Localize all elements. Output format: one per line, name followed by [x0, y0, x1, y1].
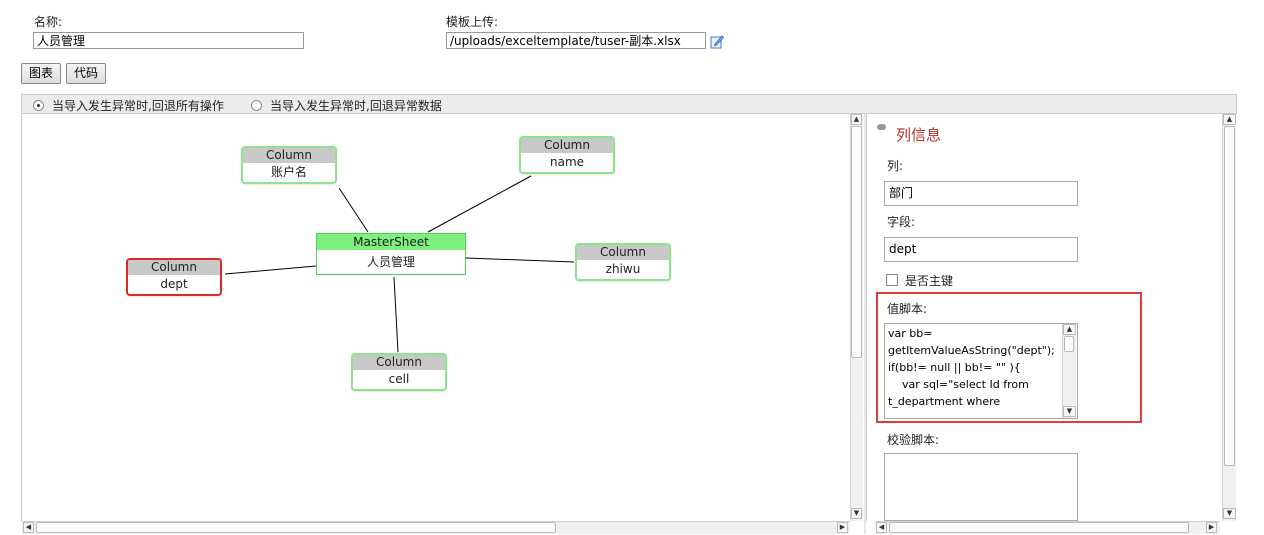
canvas-vertical-scrollbar[interactable]: ▲ ▼ — [850, 114, 863, 521]
panel-title: 列信息 — [896, 126, 942, 144]
column-node-name: cell — [388, 372, 410, 386]
script-line: var sql="select Id from — [888, 378, 1029, 391]
primary-key-label: 是否主键 — [905, 274, 954, 288]
scroll-down-arrow-icon[interactable]: ▼ — [851, 508, 862, 519]
field-label: 字段: — [887, 215, 916, 229]
canvas-horizontal-scroll-thumb[interactable] — [36, 522, 556, 533]
connector-cell — [393, 276, 399, 353]
script-line: getItemValueAsString("dept"); — [888, 344, 1055, 357]
panel-horizontal-scroll-thumb[interactable] — [889, 522, 1189, 533]
connector-dept — [224, 265, 317, 275]
validate-script-textarea[interactable] — [884, 453, 1078, 521]
column-node-title: Column — [128, 260, 220, 275]
scroll-up-arrow-icon[interactable]: ▲ — [851, 114, 862, 125]
panel-scroll-down-icon[interactable]: ▼ — [1223, 508, 1236, 519]
column-node-title: Column — [577, 245, 669, 260]
column-node-name[interactable]: Column name — [519, 136, 615, 174]
canvas-vertical-scroll-thumb[interactable] — [851, 126, 862, 358]
column-node-name: zhiwu — [605, 262, 641, 276]
panel-horizontal-scrollbar[interactable]: ◀ ▶ — [875, 521, 1220, 534]
column-node-name: dept — [160, 277, 188, 291]
column-input[interactable]: 部门 — [884, 181, 1078, 206]
script-scroll-up-icon[interactable]: ▲ — [1063, 324, 1076, 335]
master-sheet-node[interactable]: MasterSheet 人员管理 — [316, 233, 466, 275]
canvas-horizontal-scrollbar[interactable]: ◀ ▶ — [22, 521, 850, 534]
panel-vertical-scroll-thumb[interactable] — [1224, 126, 1235, 466]
scroll-right-arrow-icon[interactable]: ▶ — [837, 522, 848, 533]
column-node-dept[interactable]: Column dept — [126, 258, 222, 296]
column-node-account[interactable]: Column 账户名 — [241, 146, 337, 184]
column-node-cell[interactable]: Column cell — [351, 353, 447, 391]
panel-scroll-left-icon[interactable]: ◀ — [876, 522, 887, 533]
script-line: var bb= — [888, 327, 933, 340]
column-node-title: Column — [243, 148, 335, 163]
master-sheet-title: MasterSheet — [317, 234, 465, 250]
column-node-zhiwu[interactable]: Column zhiwu — [575, 243, 671, 281]
validate-script-label: 校验脚本: — [887, 433, 940, 447]
script-line: if(bb!= null || bb!= "" ){ — [888, 361, 1021, 374]
column-node-name: 账户名 — [270, 165, 307, 179]
panel-scroll-right-icon[interactable]: ▶ — [1206, 522, 1217, 533]
connector-account — [338, 187, 369, 233]
script-scroll-down-icon[interactable]: ▼ — [1063, 406, 1076, 417]
column-node-title: Column — [521, 138, 613, 153]
collapse-icon[interactable] — [877, 124, 886, 130]
scroll-left-arrow-icon[interactable]: ◀ — [23, 522, 34, 533]
connector-name — [427, 175, 532, 233]
panel-vertical-scrollbar[interactable]: ▲ ▼ — [1222, 114, 1236, 521]
script-line: t_department where — [888, 395, 1001, 408]
panel-scroll-up-icon[interactable]: ▲ — [1223, 114, 1236, 125]
column-node-title: Column — [353, 355, 445, 370]
script-scrollbar[interactable]: ▲ ▼ — [1062, 324, 1076, 418]
master-sheet-name: 人员管理 — [366, 255, 415, 269]
value-script-label: 值脚本: — [887, 302, 928, 316]
column-label: 列: — [887, 159, 904, 173]
column-node-name: name — [549, 155, 585, 169]
field-input[interactable]: dept — [884, 237, 1078, 262]
value-script-textarea[interactable]: var bb= getItemValueAsString("dept"); if… — [884, 323, 1078, 419]
primary-key-checkbox[interactable] — [886, 274, 898, 286]
script-scroll-thumb[interactable] — [1064, 336, 1074, 352]
connector-zhiwu — [465, 257, 575, 263]
